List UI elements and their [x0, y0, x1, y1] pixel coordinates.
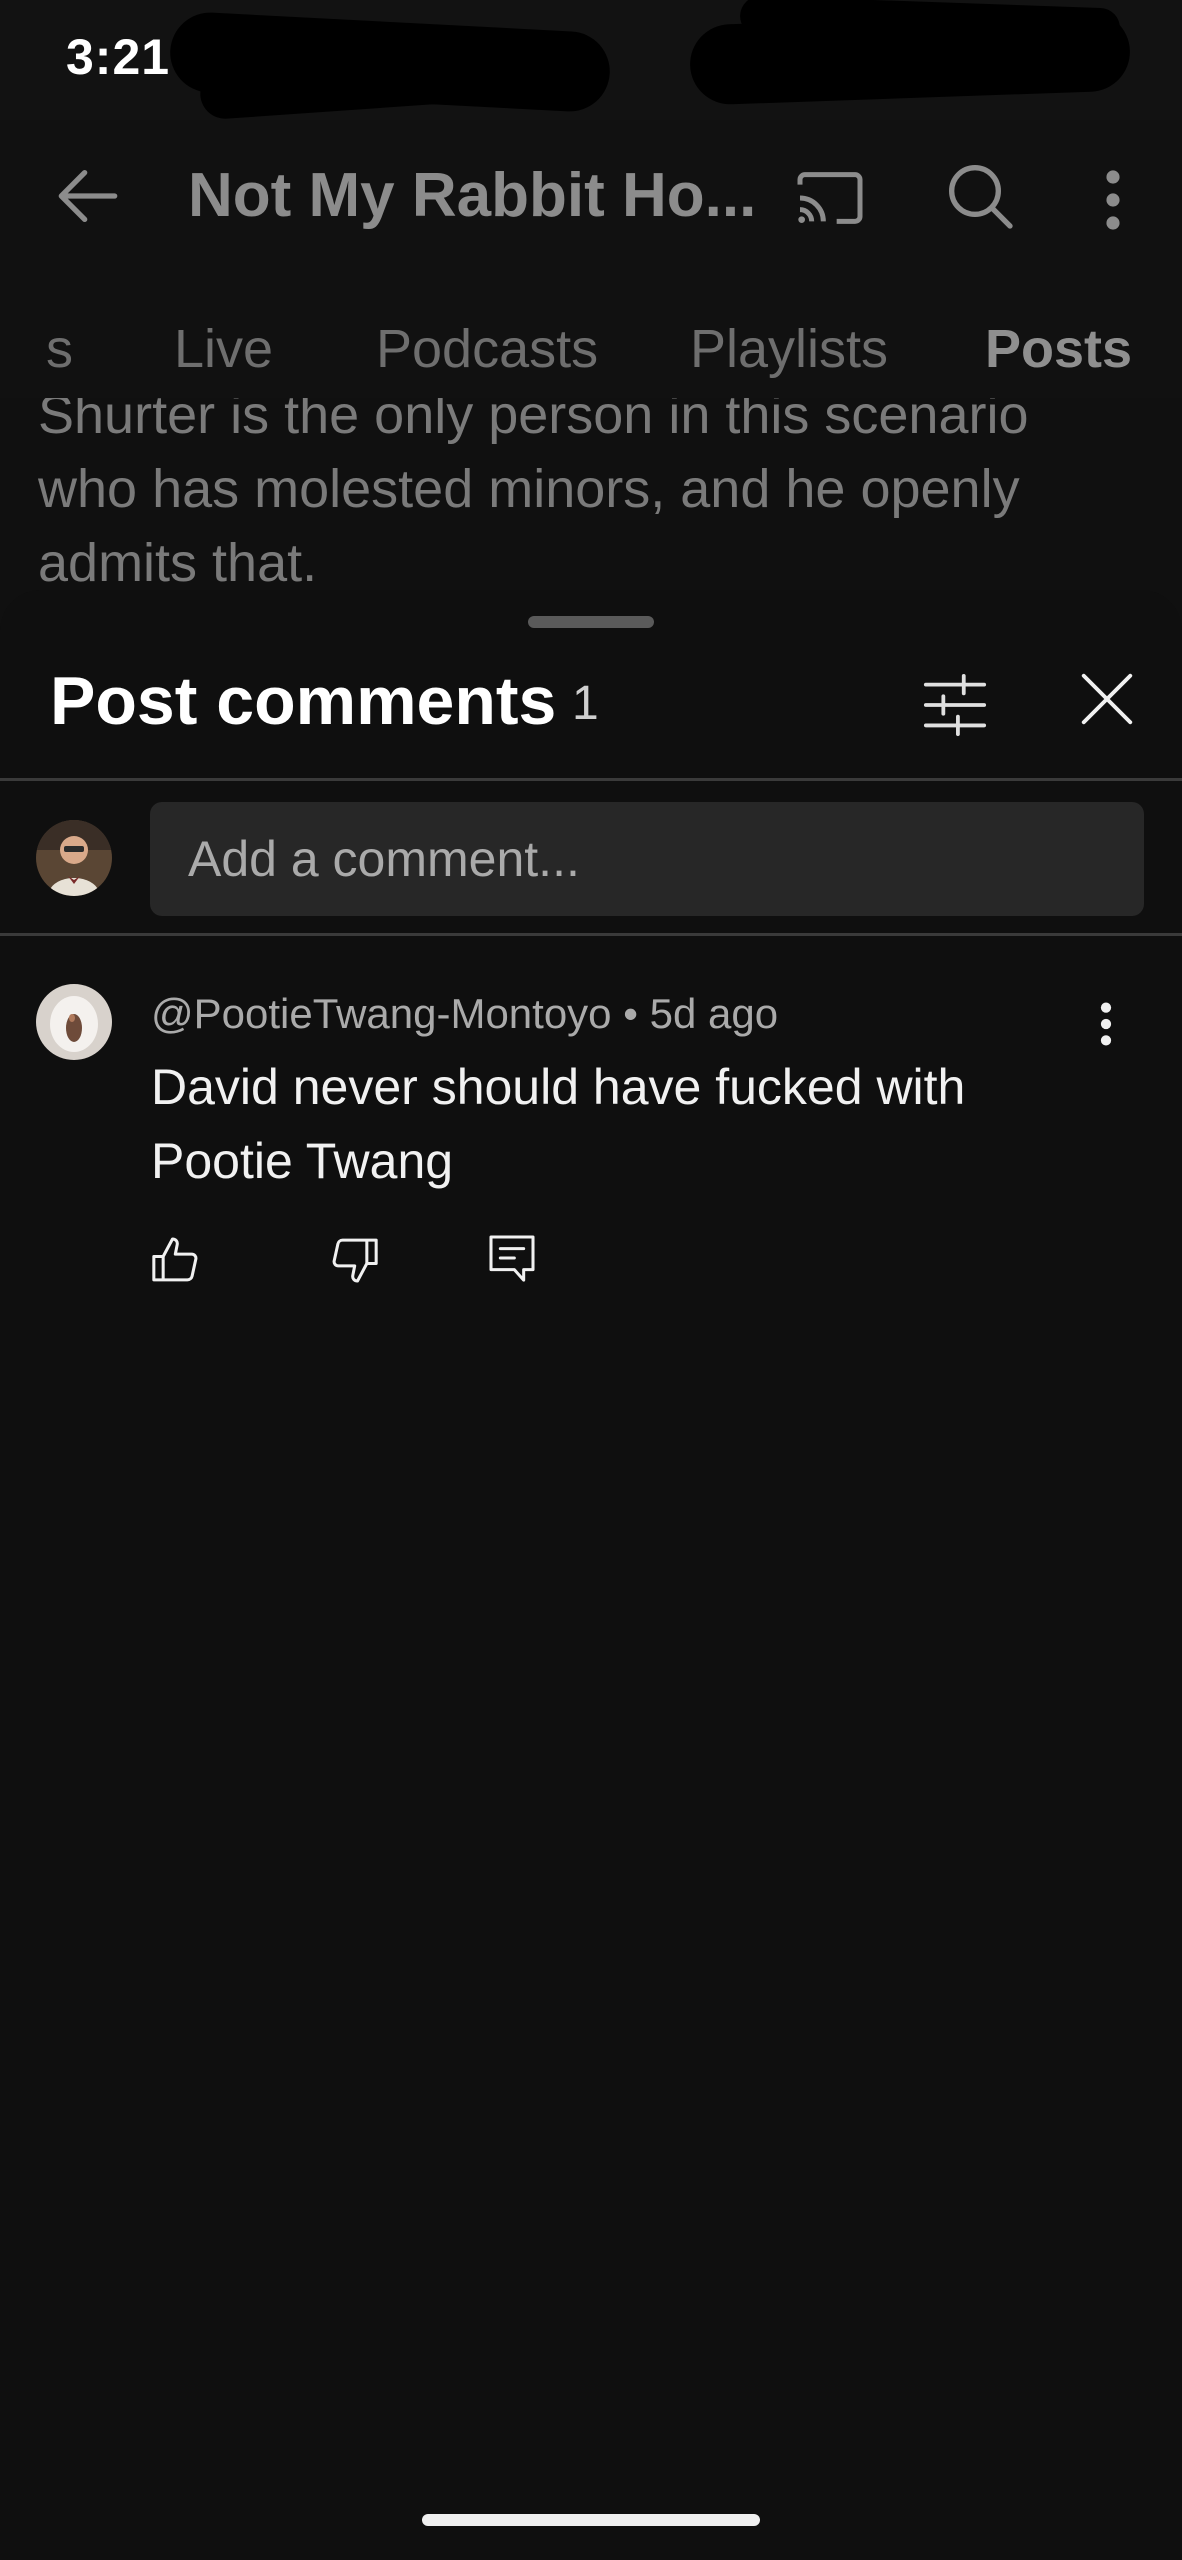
- sheet-title: Post comments: [50, 663, 557, 739]
- tab-live[interactable]: Live: [174, 318, 273, 380]
- avatar: [36, 820, 112, 896]
- channel-title: Not My Rabbit Ho...: [188, 161, 757, 230]
- divider: [0, 933, 1182, 936]
- search-icon[interactable]: [940, 156, 1020, 236]
- app-bar: Not My Rabbit Ho...: [0, 120, 1182, 270]
- thumbs-up-icon[interactable]: [148, 1232, 204, 1288]
- filter-icon[interactable]: [920, 670, 990, 740]
- add-comment-input[interactable]: [150, 802, 1144, 916]
- comments-sheet: Post comments 1 Add a comment... @Pootie…: [0, 590, 1182, 2560]
- avatar[interactable]: [36, 984, 112, 1060]
- drag-handle[interactable]: [528, 616, 654, 628]
- thumbs-down-icon[interactable]: [326, 1232, 382, 1288]
- status-time: 3:21: [66, 29, 171, 85]
- comment-text: David never should have fucked with Poot…: [151, 1059, 966, 1189]
- divider: [0, 778, 1182, 781]
- home-indicator[interactable]: [422, 2514, 760, 2526]
- status-bar: 3:21: [0, 0, 1182, 121]
- back-arrow-icon[interactable]: [48, 156, 128, 236]
- tab-playlists[interactable]: Playlists: [690, 318, 888, 380]
- close-icon[interactable]: [1076, 668, 1138, 730]
- comment-count: 1: [572, 677, 599, 730]
- reply-icon[interactable]: [484, 1230, 540, 1286]
- cast-icon[interactable]: [790, 158, 870, 238]
- more-vert-icon[interactable]: [1092, 996, 1120, 1052]
- tab-shorts[interactable]: s: [46, 318, 73, 380]
- post-preview-text: Shurter is the only person in this scena…: [38, 398, 1029, 593]
- comment-item: @PootieTwang-Montoyo • 5d ago David neve…: [0, 970, 1182, 1290]
- tab-podcasts[interactable]: Podcasts: [376, 318, 598, 380]
- tab-posts[interactable]: Posts: [985, 318, 1132, 380]
- comment-author-time: @PootieTwang-Montoyo • 5d ago: [151, 990, 779, 1037]
- more-vert-icon[interactable]: [1090, 160, 1136, 240]
